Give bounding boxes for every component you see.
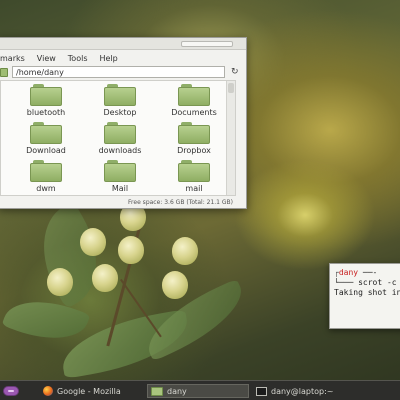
prompt-tail: ──-: [358, 268, 383, 277]
path-input[interactable]: [12, 66, 225, 78]
file-list[interactable]: bluetooth Desktop Documents Download dow…: [0, 80, 236, 196]
prompt-line: ┌dany ──-: [334, 268, 383, 277]
folder-icon: [178, 84, 210, 106]
location-bar: ↻: [0, 65, 246, 79]
folder-item[interactable]: Dropbox: [157, 119, 231, 157]
folder-item[interactable]: Desktop: [83, 81, 157, 119]
folder-icon: [178, 122, 210, 144]
wallpaper-bud: [80, 228, 106, 256]
folder-icon: [104, 84, 136, 106]
menu-tools[interactable]: Tools: [68, 54, 88, 63]
wallpaper-leaf: [21, 201, 119, 309]
menu-help[interactable]: Help: [100, 54, 118, 63]
menu-bar: marks View Tools Help: [0, 51, 246, 65]
folder-item[interactable]: Mail: [83, 157, 157, 195]
folder-item[interactable]: downloads: [83, 119, 157, 157]
scrollbar-thumb[interactable]: [228, 83, 234, 93]
prompt-user: dany: [338, 268, 359, 277]
command-line: └─── scrot -c: [334, 278, 397, 287]
vertical-scrollbar[interactable]: [226, 81, 235, 195]
folder-label: Documents: [171, 108, 217, 117]
terminal-window[interactable]: ┌dany ──- └─── scrot -c Taking shot in: [329, 263, 400, 329]
folder-item[interactable]: Download: [9, 119, 83, 157]
folder-label: downloads: [98, 146, 142, 155]
folder-label: Desktop: [103, 108, 137, 117]
taskbar: Google - Mozilla dany dany@laptop:~: [0, 380, 400, 400]
folder-label: dwm: [36, 184, 56, 193]
menu-bookmarks[interactable]: marks: [0, 54, 25, 63]
home-folder-icon: [0, 67, 8, 77]
window-titlebar[interactable]: [0, 38, 246, 50]
folder-icon: [104, 160, 136, 182]
menu-button[interactable]: [3, 386, 19, 396]
folder-item[interactable]: Documents: [157, 81, 231, 119]
folder-item[interactable]: dwm: [9, 157, 83, 195]
wallpaper-bud: [172, 237, 198, 265]
wallpaper-bud: [162, 271, 188, 299]
folder-icon: [30, 160, 62, 182]
refresh-icon[interactable]: ↻: [231, 67, 239, 77]
status-bar: Free space: 3.6 GB (Total: 21.1 GB): [128, 198, 233, 206]
folder-icon: [30, 84, 62, 106]
folder-label: bluetooth: [26, 108, 66, 117]
task-terminal[interactable]: dany@laptop:~: [253, 384, 400, 398]
menu-view[interactable]: View: [37, 54, 56, 63]
folder-label: mail: [185, 184, 203, 193]
folder-icon: [151, 386, 163, 396]
window-handle[interactable]: [181, 41, 233, 47]
folder-label: Dropbox: [177, 146, 211, 155]
folder-label: Mail: [111, 184, 129, 193]
wallpaper-bud: [47, 268, 73, 296]
wallpaper-bud: [92, 264, 118, 292]
firefox-icon: [43, 386, 53, 396]
task-firefox[interactable]: Google - Mozilla: [40, 384, 144, 398]
folder-item[interactable]: mail: [157, 157, 231, 195]
output-line: Taking shot in: [334, 288, 400, 297]
task-label: dany: [167, 386, 187, 396]
wallpaper-bud: [118, 236, 144, 264]
folder-icon: [30, 122, 62, 144]
task-label: Google - Mozilla: [57, 386, 121, 396]
folder-item[interactable]: bluetooth: [9, 81, 83, 119]
task-label: dany@laptop:~: [271, 386, 334, 396]
folder-icon: [178, 160, 210, 182]
task-file-manager[interactable]: dany: [147, 384, 249, 398]
terminal-icon: [256, 386, 267, 396]
folder-icon: [104, 122, 136, 144]
file-manager-window[interactable]: marks View Tools Help ↻ bluetooth Deskto…: [0, 37, 247, 209]
folder-label: Download: [26, 146, 66, 155]
